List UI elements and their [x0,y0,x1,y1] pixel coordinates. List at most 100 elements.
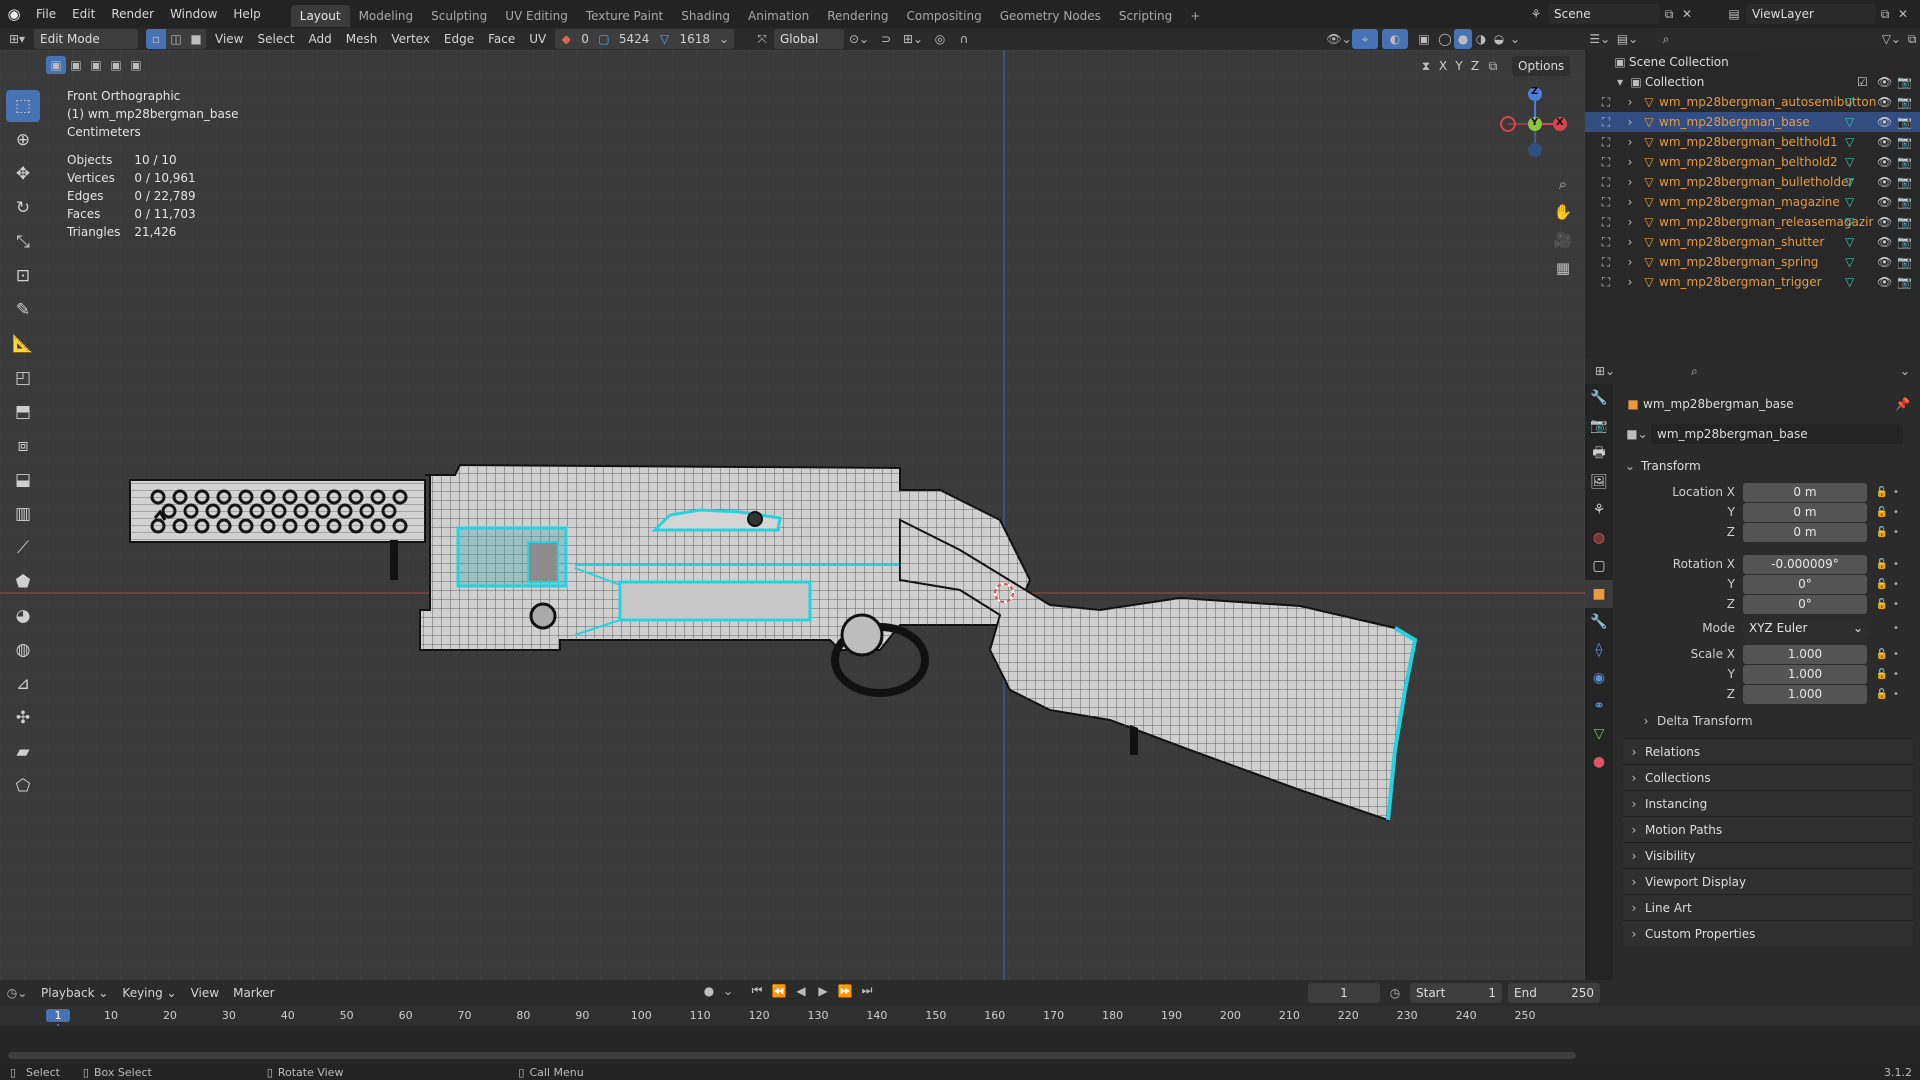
shrink-fatten-tool-icon[interactable]: ✣ [6,702,40,734]
collection-eye-icon[interactable]: 👁 [1877,75,1892,89]
chevron-down-icon[interactable]: ⌄ [722,984,734,998]
jump-end-icon[interactable]: ⏭ [858,983,876,998]
menu-file[interactable]: File [28,0,64,28]
vertex-select-icon[interactable]: ▫ [146,29,166,49]
funnel-icon[interactable]: ▽ [657,32,671,46]
move-tool-icon[interactable]: ✥ [6,158,40,190]
edge-slide-tool-icon[interactable]: ⊿ [6,668,40,700]
outliner-object-row[interactable]: ⛶ › ▽ wm_mp28bergman_autosemibutton ▽ 👁 📷 [1585,92,1920,112]
expand-arrow-icon[interactable]: › [1621,135,1639,149]
transform-orientation-dropdown[interactable]: Global [774,29,844,49]
visibility-icon[interactable]: 👁⌄ [1326,32,1352,46]
bevel-tool-icon[interactable]: ⬓ [6,464,40,496]
shear-tool-icon[interactable]: ▰ [6,736,40,768]
filter-icon[interactable]: ▽⌄ [1878,32,1904,46]
transform-value-field[interactable]: 1.000 [1743,684,1867,704]
menu-help[interactable]: Help [225,0,268,28]
physics-tab-icon[interactable]: ◉ [1585,664,1613,692]
collection-checkbox-icon[interactable]: ☑ [1857,75,1868,89]
object-select-icon[interactable]: ⛶ [1591,235,1621,250]
constraints-tab-icon[interactable]: ⚭ [1585,692,1613,720]
view-layer-tab-icon[interactable]: 🖼 [1585,468,1613,496]
panel-options-icon[interactable]: ⌄ [1895,364,1915,378]
menu-uv[interactable]: UV [522,28,553,50]
subpanel-header[interactable]: › Visibility [1623,842,1913,868]
render-tab-icon[interactable]: 📷 [1585,412,1613,440]
end-frame-field[interactable]: End 250 [1508,983,1600,1003]
keyframe-dot-icon[interactable]: • [1889,669,1903,680]
menu-mesh[interactable]: Mesh [339,28,385,50]
keyframe-dot-icon[interactable]: • [1889,689,1903,700]
keyframe-dot-icon[interactable]: • [1889,599,1903,610]
new-collection-icon[interactable]: ⧉ [1904,32,1920,47]
tab-animation[interactable]: Animation [739,5,818,27]
tab-uv-editing[interactable]: UV Editing [496,5,577,27]
mesh-data-icon[interactable]: ▽ [1845,255,1854,269]
menu-select[interactable]: Select [250,28,301,50]
add-workspace-button[interactable]: + [1181,5,1209,27]
outliner-object-row[interactable]: ⛶ › ▽ wm_mp28bergman_magazine ▽ 👁 📷 [1585,192,1920,212]
collection-camera-icon[interactable]: 📷 [1897,75,1912,89]
object-tab-icon[interactable]: ■ [1585,580,1613,608]
face-select-icon[interactable]: ■ [186,32,206,46]
render-camera-icon[interactable]: 📷 [1897,215,1912,229]
falloff-icon[interactable]: ∩ [952,32,976,46]
transform-value-field[interactable]: 1.000 [1743,664,1867,684]
play-icon[interactable]: ▶ [814,984,832,998]
object-select-icon[interactable]: ⛶ [1591,215,1621,230]
scale-tool-icon[interactable]: ⤡ [6,226,40,258]
rotation-mode-dropdown[interactable]: XYZ Euler ⌄ [1743,618,1867,638]
extrude-tool-icon[interactable]: ⬒ [6,396,40,428]
keyframe-dot-icon[interactable]: • [1889,507,1903,518]
render-camera-icon[interactable]: 📷 [1897,195,1912,209]
select-invert-icon[interactable]: ▣ [106,56,126,74]
knife-tool-icon[interactable]: ⟋ [6,532,40,564]
transform-tool-icon[interactable]: ⊡ [6,260,40,292]
expand-arrow-icon[interactable]: › [1621,155,1639,169]
loop-cut-tool-icon[interactable]: ▥ [6,498,40,530]
pan-hand-icon[interactable]: ✋ [1550,198,1576,226]
lock-icon[interactable]: 🔓 [1875,507,1889,518]
expand-arrow-icon[interactable]: › [1621,95,1639,109]
rip-tool-icon[interactable]: ⬠ [6,770,40,802]
select-extend-icon[interactable]: ▣ [66,56,86,74]
menu-window[interactable]: Window [162,0,225,28]
timeline-track[interactable] [0,1026,1920,1064]
lock-icon[interactable]: 🔓 [1875,559,1889,570]
transform-panel-header[interactable]: ⌄ Transform [1623,454,1913,478]
tab-modeling[interactable]: Modeling [350,5,423,27]
transform-value-field[interactable]: 1.000 [1743,644,1867,664]
marker-menu[interactable]: Marker [226,982,281,1004]
tool-tab-icon[interactable]: 🔧 [1585,384,1613,412]
navigation-gizmo[interactable]: Z Y X [1490,80,1570,160]
expand-arrow-icon[interactable]: › [1621,115,1639,129]
transform-value-field[interactable]: -0.000009° [1743,554,1867,574]
tab-layout[interactable]: Layout [290,4,350,27]
outliner-object-row[interactable]: ⛶ › ▽ wm_mp28bergman_spring ▽ 👁 📷 [1585,252,1920,272]
mesh-data-icon[interactable]: ▽ [1845,95,1854,109]
tab-compositing[interactable]: Compositing [897,5,990,27]
outliner-object-row[interactable]: ⛶ › ▽ wm_mp28bergman_belthold1 ▽ 👁 📷 [1585,132,1920,152]
menu-edit[interactable]: Edit [64,0,103,28]
transform-value-field[interactable]: 0° [1743,594,1867,614]
subpanel-header[interactable]: › Viewport Display [1623,868,1913,894]
collapse-arrow-icon[interactable]: ▾ [1613,75,1627,89]
keyframe-dot-icon[interactable]: • [1889,487,1903,498]
gizmo-toggle-icon[interactable]: ⌖ [1352,29,1378,49]
object-select-icon[interactable]: ⛶ [1591,155,1621,170]
object-select-icon[interactable]: ⛶ [1591,255,1621,270]
scene-icon[interactable]: ⚘ [1524,7,1548,21]
xray-icon[interactable]: ▣ [1412,32,1436,46]
expand-arrow-icon[interactable]: › [1621,215,1639,229]
pin-icon[interactable]: 📌 [1895,397,1910,411]
blender-logo-icon[interactable]: ◉ [0,5,28,23]
render-camera-icon[interactable]: 📷 [1897,275,1912,289]
outliner-object-row[interactable]: ⛶ › ▽ wm_mp28bergman_releasemagazir ▽ 👁 📷 [1585,212,1920,232]
subpanel-header[interactable]: › Instancing [1623,790,1913,816]
playback-menu[interactable]: Playback ⌄ [34,982,115,1004]
prev-keyframe-icon[interactable]: ⏪ [770,984,788,998]
mirror-y[interactable]: Y [1452,59,1466,73]
select-box-tool-icon[interactable]: ⬚ [6,90,40,122]
lock-icon[interactable]: 🔓 [1875,487,1889,498]
subpanel-header[interactable]: › Collections [1623,764,1913,790]
